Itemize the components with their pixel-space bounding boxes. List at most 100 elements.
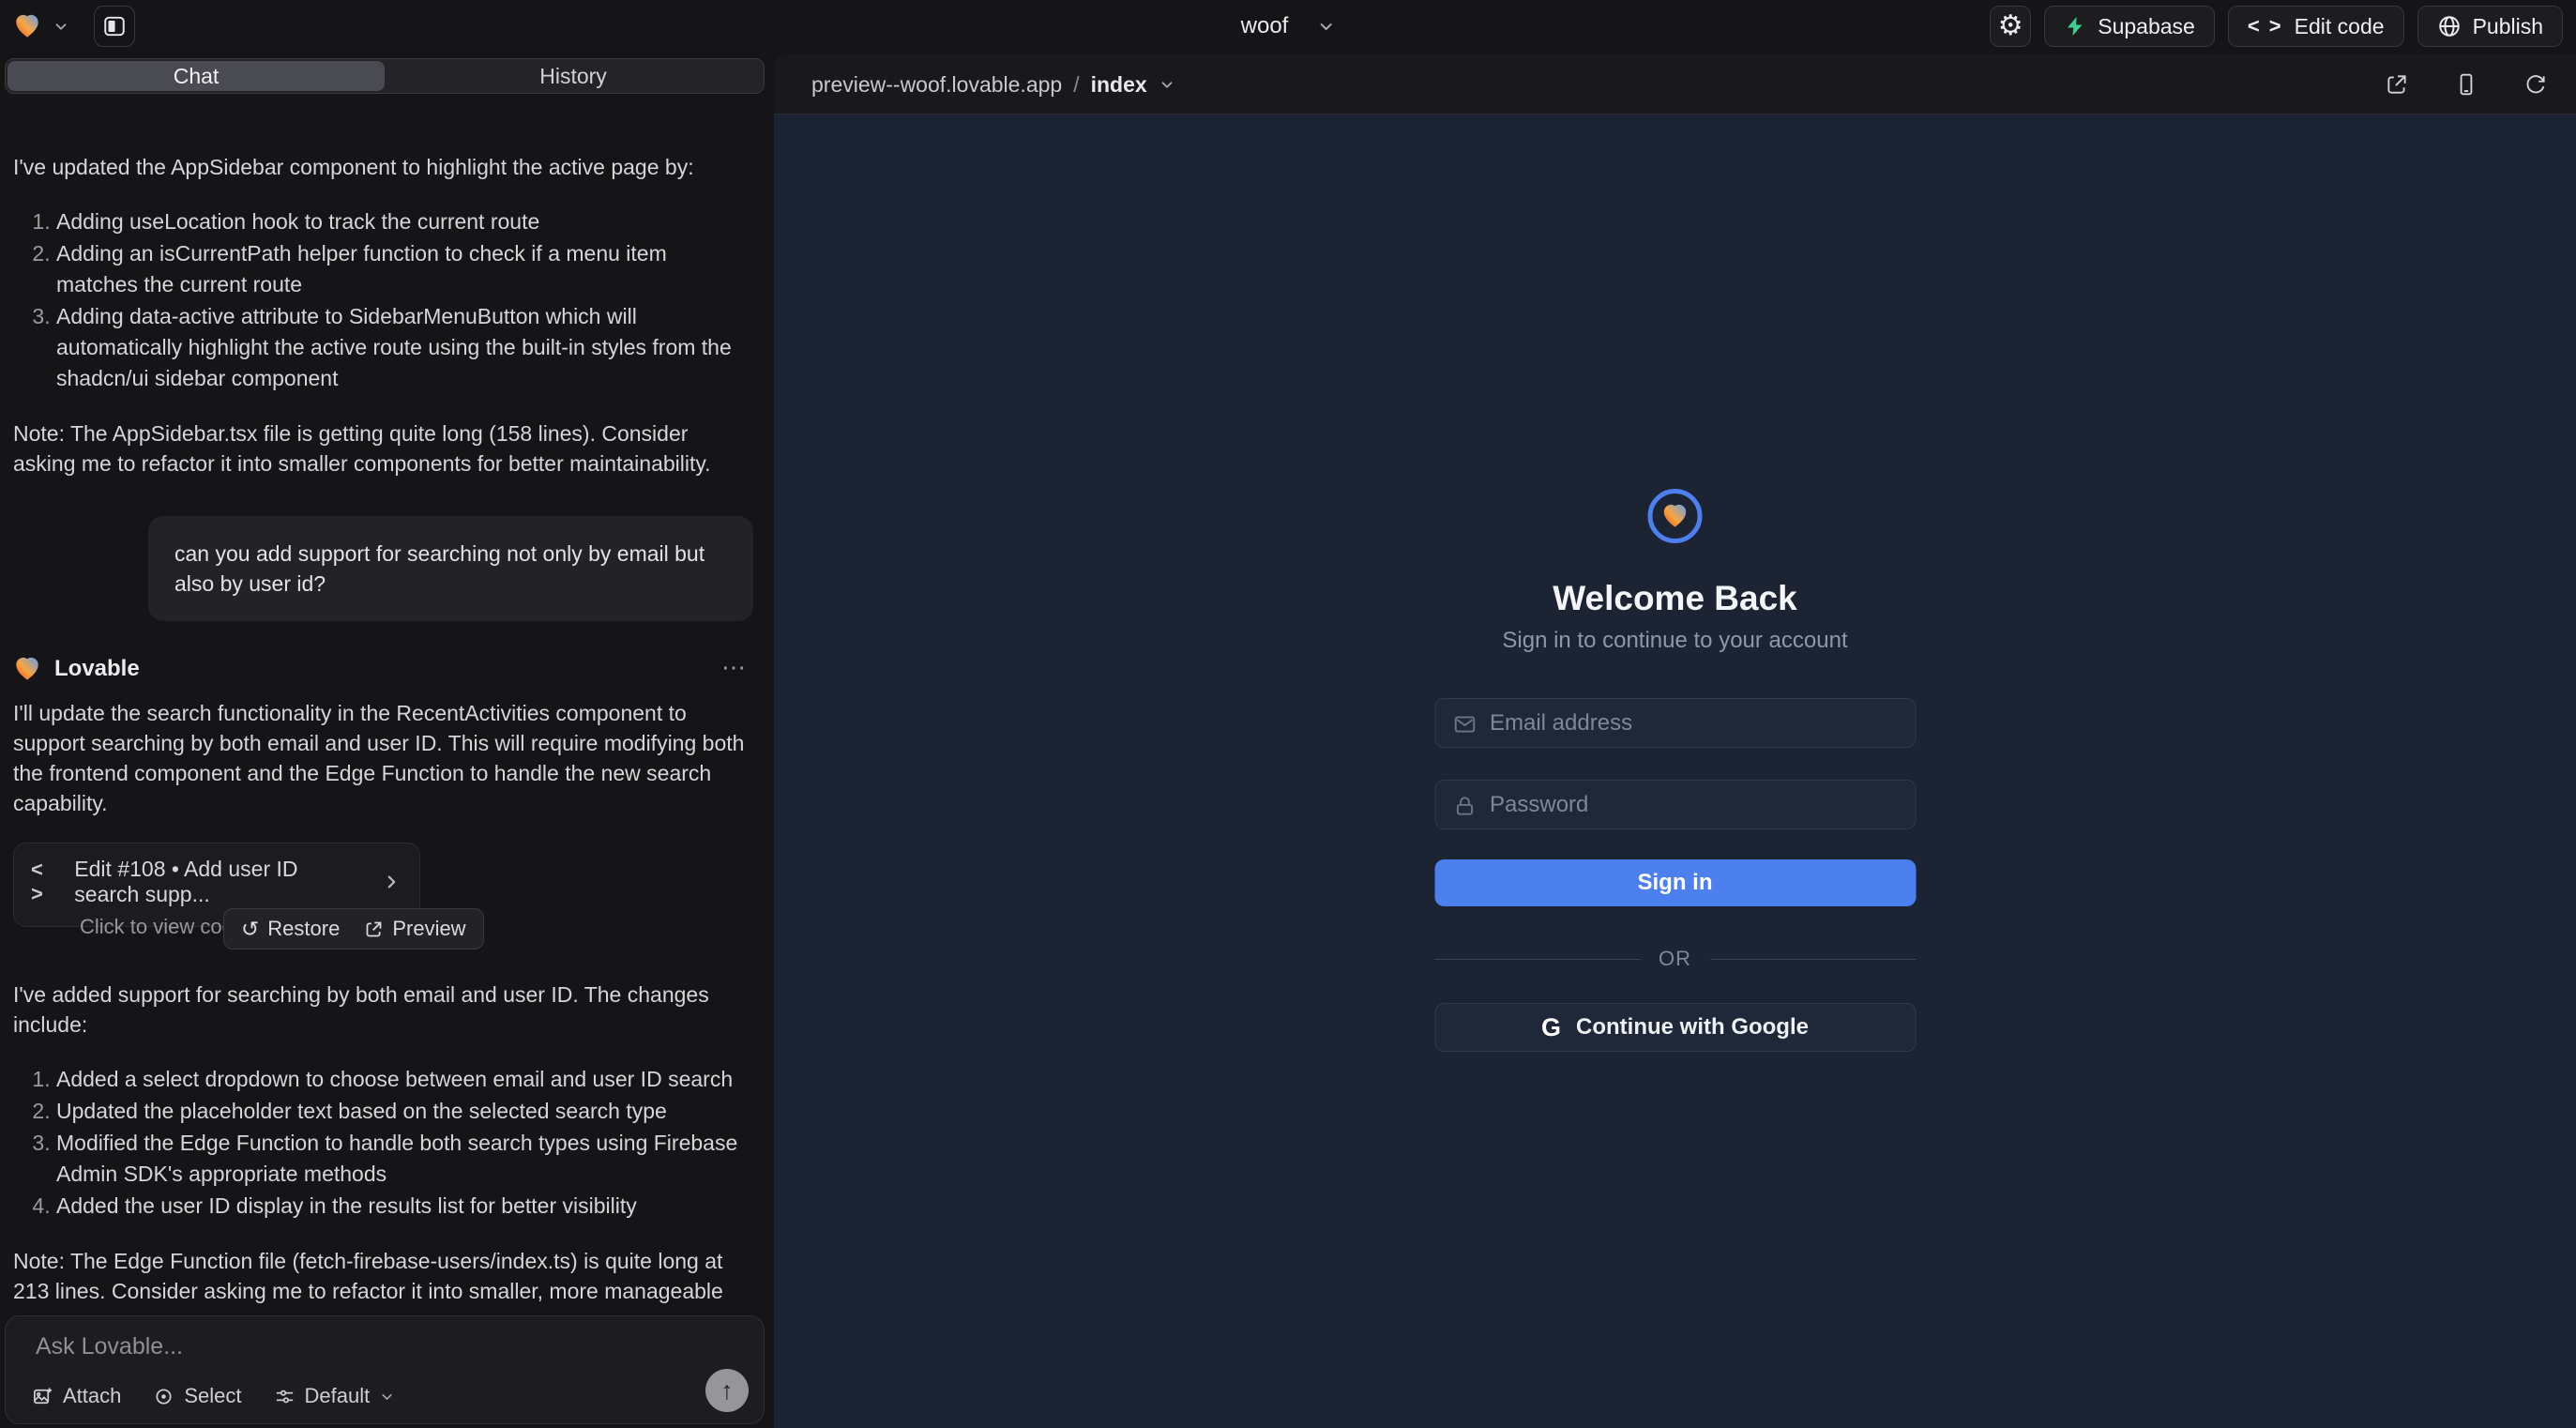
app-logo [1648,489,1703,543]
attach-button[interactable]: Attach [32,1384,121,1408]
attach-label: Attach [63,1384,121,1408]
assistant-message-text: I'll update the search functionality in … [13,698,753,818]
edit-code-label: Edit code [2295,14,2385,39]
code-brackets-icon: < > [31,858,59,906]
top-bar: woof ⚙ Supabase < > Edit code Publish [0,0,2576,53]
globe-icon [2437,14,2462,38]
assistant-name: Lovable [54,656,140,682]
preview-button[interactable]: Preview [364,917,465,941]
list-item: Adding data-active attribute to SidebarM… [56,301,753,394]
password-field-wrapper [1434,780,1916,829]
tab-history[interactable]: History [385,61,762,91]
divider-line [1710,959,1916,960]
restore-icon: ↺ [241,917,259,942]
project-name: woof [1241,13,1289,39]
list-item: Modified the Edge Function to handle bot… [56,1128,753,1190]
lock-icon [1452,794,1477,818]
attach-image-icon [32,1386,53,1407]
heart-icon [1661,502,1690,530]
chevron-down-icon [1159,76,1175,93]
gear-icon: ⚙ [1998,12,2023,40]
preview-page: index [1091,72,1147,98]
login-title: Welcome Back [1553,578,1797,619]
list-item: Added a select dropdown to choose betwee… [56,1064,753,1095]
login-card: Welcome Back Sign in to continue to your… [1434,489,1916,1052]
list-item: Adding an isCurrentPath helper function … [56,238,753,300]
preview-url-breadcrumb[interactable]: preview--woof.lovable.app / index [811,54,1175,114]
preview-actions [2385,54,2548,114]
google-button-label: Continue with Google [1576,1014,1809,1041]
lovable-heart-avatar [13,655,41,683]
supabase-button[interactable]: Supabase [2044,6,2215,47]
chevron-down-icon [379,1389,395,1405]
preview-panel: preview--woof.lovable.app / index Welcom… [774,54,2576,1428]
supabase-bolt-icon [2064,15,2086,38]
tab-chat[interactable]: Chat [8,61,385,91]
select-target-icon [153,1386,174,1407]
mobile-view-icon[interactable] [2454,72,2478,97]
assistant-numbered-list: Adding useLocation hook to track the cur… [13,206,753,394]
refresh-icon[interactable] [2523,72,2548,97]
preview-url: preview--woof.lovable.app [811,72,1062,98]
divider-line [1434,959,1640,960]
list-item: Adding useLocation hook to track the cur… [56,206,753,237]
edit-code-button[interactable]: < > Edit code [2228,6,2404,47]
external-link-icon [364,919,384,939]
edit-card-toolbar: ↺ Restore Preview [223,908,484,949]
edit-card-title: Edit #108 • Add user ID search supp... [74,857,367,907]
topbar-actions: ⚙ Supabase < > Edit code Publish [1990,6,2563,47]
chat-input[interactable] [36,1333,734,1375]
publish-label: Publish [2473,14,2543,39]
chat-message-list[interactable]: I've updated the AppSidebar component to… [0,152,768,1308]
restore-label: Restore [267,917,340,941]
user-message-bubble: can you add support for searching not on… [148,516,753,621]
list-item: Added the user ID display in the results… [56,1191,753,1222]
edit-card-wrapper: < > Edit #108 • Add user ID search supp.… [13,843,440,927]
publish-button[interactable]: Publish [2417,6,2563,47]
google-g-icon: G [1541,1013,1561,1042]
chat-composer: Attach Select Default ↑ [5,1315,765,1424]
url-separator: / [1073,72,1079,98]
email-field-wrapper [1434,698,1916,748]
password-field[interactable] [1490,781,1902,828]
divider-label: OR [1659,947,1691,971]
sliders-icon [274,1386,295,1407]
preview-header: preview--woof.lovable.app / index [774,54,2576,114]
panel-tabs: Chat History [5,58,765,94]
restore-button[interactable]: ↺ Restore [241,917,340,942]
mode-default-button[interactable]: Default [274,1384,396,1408]
chat-panel: Chat History I've updated the AppSidebar… [0,53,774,1428]
assistant-numbered-list: Added a select dropdown to choose betwee… [13,1064,753,1222]
topbar-left [13,6,135,47]
assistant-note-text: Note: The AppSidebar.tsx file is getting… [13,418,753,479]
code-brackets-icon: < > [2248,14,2283,38]
assistant-note-text: Note: The Edge Function file (fetch-fire… [13,1246,753,1308]
or-divider: OR [1434,947,1916,971]
project-switcher[interactable]: woof [1241,0,1336,53]
mail-icon [1452,712,1477,737]
preview-label: Preview [392,917,465,941]
supabase-label: Supabase [2098,14,2195,39]
more-options-icon[interactable]: ⋯ [721,653,746,682]
chevron-down-icon[interactable] [53,18,69,35]
sign-in-button[interactable]: Sign in [1434,859,1916,906]
select-label: Select [184,1384,241,1408]
google-sign-in-button[interactable]: G Continue with Google [1434,1003,1916,1052]
login-subtitle: Sign in to continue to your account [1502,627,1847,655]
chevron-right-icon [382,872,402,892]
send-button[interactable]: ↑ [705,1369,749,1412]
email-field[interactable] [1490,699,1902,747]
open-in-new-tab-icon[interactable] [2385,72,2409,97]
settings-button[interactable]: ⚙ [1990,6,2031,47]
composer-toolbar: Attach Select Default [32,1384,395,1408]
edit-card-title-row: < > Edit #108 • Add user ID search supp.… [31,857,402,907]
list-item: Updated the placeholder text based on th… [56,1096,753,1127]
mode-label: Default [305,1384,371,1408]
assistant-message-text: I've updated the AppSidebar component to… [13,152,753,182]
assistant-message-text: I've added support for searching by both… [13,980,753,1040]
lovable-heart-logo[interactable] [13,12,41,40]
select-element-button[interactable]: Select [153,1384,241,1408]
sidebar-toggle-button[interactable] [94,6,135,47]
assistant-header: Lovable ⋯ [13,655,753,683]
arrow-up-icon: ↑ [720,1376,734,1405]
